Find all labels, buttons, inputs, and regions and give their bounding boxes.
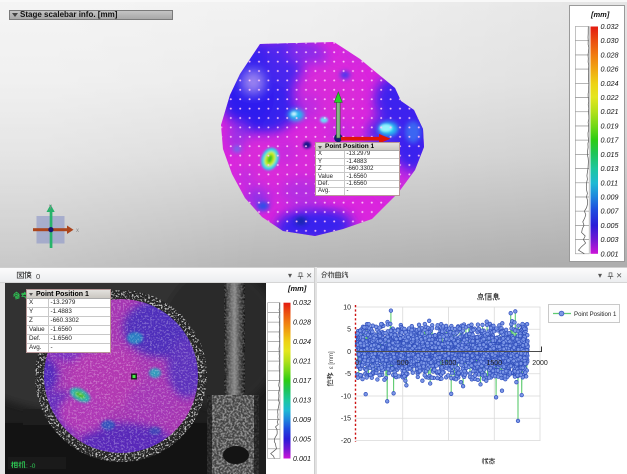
- svg-text:x: x: [76, 228, 79, 234]
- svg-text:ε [mm]: ε [mm]: [329, 351, 335, 369]
- svg-text:1000: 1000: [441, 360, 457, 367]
- svg-text:-20: -20: [341, 438, 351, 445]
- svg-text:Point Position 1: Point Position 1: [574, 311, 617, 318]
- svg-text:-5: -5: [345, 371, 351, 378]
- svg-text:10: 10: [343, 305, 351, 312]
- svg-text:-15: -15: [341, 416, 351, 423]
- svg-text:-10: -10: [341, 394, 351, 401]
- svg-text:0: 0: [347, 349, 351, 356]
- svg-text:0: 0: [36, 272, 40, 281]
- svg-text:2000: 2000: [532, 360, 548, 367]
- svg-text:5: 5: [347, 327, 351, 334]
- svg-text:500: 500: [397, 360, 409, 367]
- svg-text:1500: 1500: [486, 360, 502, 367]
- svg-text:: -0: : -0: [26, 463, 36, 470]
- svg-text:y: y: [49, 204, 52, 210]
